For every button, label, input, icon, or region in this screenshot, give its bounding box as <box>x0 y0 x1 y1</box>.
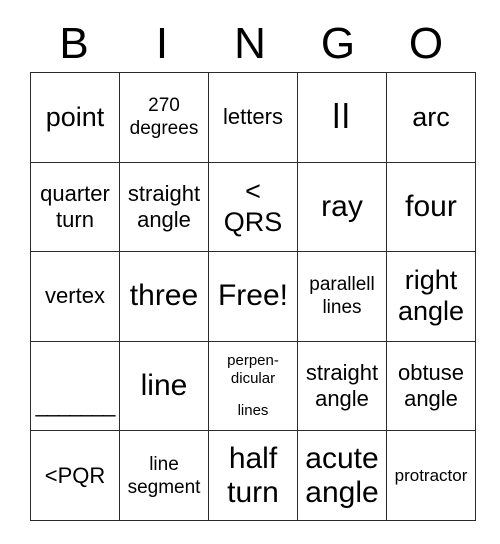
bingo-cell-text: three <box>129 279 199 313</box>
bingo-row: quarter turn straight angle < QRS ray fo… <box>30 161 476 253</box>
bingo-cell-text: ray <box>321 189 363 223</box>
bingo-cell-i3[interactable]: three <box>119 251 209 342</box>
bingo-cell-n1[interactable]: letters <box>208 72 298 163</box>
bingo-row: _______ line perpen-dicular lines straigh… <box>30 340 476 432</box>
bingo-card: B I N G O point 270 degrees letters ll a… <box>0 0 500 544</box>
bingo-cell-text: parallell lines <box>309 274 375 319</box>
bingo-cell-text: <PQR <box>44 462 106 488</box>
bingo-cell-b4[interactable]: _______ <box>30 340 120 432</box>
bingo-cell-free-space[interactable]: Free! <box>208 251 298 342</box>
bingo-cell-i5[interactable]: line segment <box>119 430 209 521</box>
bingo-cell-text: quarter turn <box>40 180 110 232</box>
bingo-cell-text: ll <box>332 98 352 137</box>
bingo-cell-b5[interactable]: <PQR <box>30 430 120 521</box>
bingo-row: point 270 degrees letters ll arc <box>30 72 476 163</box>
bingo-header-letter-n: N <box>234 19 266 68</box>
bingo-cell-o4[interactable]: obtuse angle <box>386 340 476 432</box>
bingo-header-letter-o: O <box>408 19 444 68</box>
bingo-cell-g3[interactable]: parallell lines <box>297 251 387 342</box>
bingo-cell-text: vertex <box>45 283 105 309</box>
bingo-header-letter-b: B <box>59 19 89 68</box>
bingo-cell-text: right angle <box>397 265 465 327</box>
bingo-cell-g2[interactable]: ray <box>297 161 387 253</box>
bingo-cell-text: < QRS <box>223 175 283 237</box>
bingo-cell-n5[interactable]: half turn <box>208 430 298 521</box>
bingo-cell-text: _______ <box>35 392 116 418</box>
bingo-cell-o3[interactable]: right angle <box>386 251 476 342</box>
bingo-cell-i2[interactable]: straight angle <box>119 161 209 253</box>
bingo-cell-text: obtuse angle <box>397 360 465 412</box>
bingo-cell-text: perpen-dicular lines <box>227 352 279 420</box>
bingo-cell-text: arc <box>412 101 450 132</box>
bingo-free-space-label: Free! <box>217 279 289 313</box>
bingo-row: vertex three Free! parallell lines right… <box>30 251 476 342</box>
bingo-cell-text: four <box>405 189 457 223</box>
bingo-grid: point 270 degrees letters ll arc quarter… <box>30 72 476 521</box>
bingo-cell-text: line segment <box>127 453 201 498</box>
bingo-cell-text: 270 degrees <box>129 95 199 140</box>
bingo-header-letter-i: I <box>155 19 169 68</box>
bingo-cell-text: point <box>45 101 105 132</box>
bingo-cell-o5[interactable]: protractor <box>386 430 476 521</box>
bingo-cell-n2[interactable]: < QRS <box>208 161 298 253</box>
bingo-cell-b3[interactable]: vertex <box>30 251 120 342</box>
bingo-cell-g1[interactable]: ll <box>297 72 387 163</box>
bingo-cell-b2[interactable]: quarter turn <box>30 161 120 253</box>
bingo-cell-text: acute angle <box>305 441 379 509</box>
bingo-header-letter-g: G <box>320 19 356 68</box>
bingo-cell-text: line <box>140 369 188 403</box>
bingo-cell-g5[interactable]: acute angle <box>297 430 387 521</box>
bingo-cell-text: straight angle <box>127 180 201 232</box>
bingo-grid-body: point 270 degrees letters ll arc quarter… <box>30 72 476 521</box>
bingo-cell-text: straight angle <box>305 360 379 412</box>
bingo-cell-text: half turn <box>227 441 279 509</box>
bingo-cell-g4[interactable]: straight angle <box>297 340 387 432</box>
bingo-cell-i1[interactable]: 270 degrees <box>119 72 209 163</box>
bingo-cell-b1[interactable]: point <box>30 72 120 163</box>
bingo-header-row: B I N G O <box>30 16 470 72</box>
bingo-cell-n4[interactable]: perpen-dicular lines <box>208 340 298 432</box>
bingo-cell-o1[interactable]: arc <box>386 72 476 163</box>
bingo-row: <PQR line segment half turn acute angle … <box>30 430 476 521</box>
bingo-cell-text: letters <box>223 104 283 130</box>
bingo-cell-i4[interactable]: line <box>119 340 209 432</box>
bingo-cell-text: protractor <box>394 465 468 485</box>
bingo-cell-o2[interactable]: four <box>386 161 476 253</box>
